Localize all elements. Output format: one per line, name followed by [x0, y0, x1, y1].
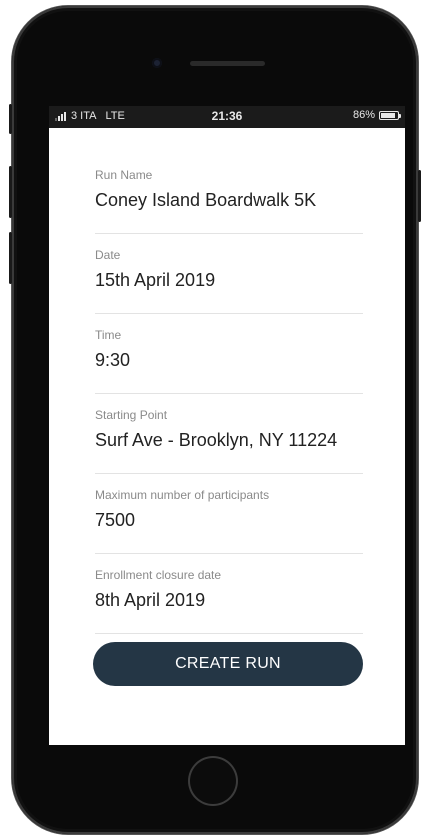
create-run-form: Run Name Coney Island Boardwalk 5K Date …	[95, 154, 363, 634]
field-label: Starting Point	[95, 408, 168, 422]
screen: 3 ITA LTE 21:36 86% Run Name Coney Islan…	[49, 106, 405, 745]
field-label: Time	[95, 328, 122, 342]
volume-up-button	[9, 166, 12, 218]
field-label: Maximum number of participants	[95, 488, 270, 502]
status-bar: 3 ITA LTE 21:36 86%	[49, 106, 405, 128]
field-label: Run Name	[95, 168, 153, 182]
run-name-field[interactable]: Run Name Coney Island Boardwalk 5K	[95, 154, 363, 234]
date-field[interactable]: Date 15th April 2019	[95, 234, 363, 314]
field-label: Enrollment closure date	[95, 568, 222, 582]
front-camera	[152, 58, 162, 68]
enrollment-closure-field[interactable]: Enrollment closure date 8th April 2019	[95, 554, 363, 634]
max-participants-input[interactable]: 7500	[95, 510, 135, 531]
power-button	[418, 170, 421, 222]
phone-frame: 3 ITA LTE 21:36 86% Run Name Coney Islan…	[9, 6, 421, 834]
run-name-input[interactable]: Coney Island Boardwalk 5K	[95, 190, 316, 211]
home-button[interactable]	[188, 756, 238, 806]
volume-down-button	[9, 232, 12, 284]
mute-switch	[9, 104, 12, 134]
battery-icon	[379, 110, 401, 120]
enrollment-closure-input[interactable]: 8th April 2019	[95, 590, 205, 611]
starting-point-field[interactable]: Starting Point Surf Ave - Brooklyn, NY 1…	[95, 394, 363, 474]
create-run-button[interactable]: CREATE RUN	[93, 642, 363, 686]
earpiece-speaker	[190, 61, 265, 66]
max-participants-field[interactable]: Maximum number of participants 7500	[95, 474, 363, 554]
time-field[interactable]: Time 9:30	[95, 314, 363, 394]
time-input[interactable]: 9:30	[95, 350, 130, 371]
battery-fill	[381, 112, 395, 118]
status-right: 86%	[352, 109, 401, 121]
field-label: Date	[95, 248, 121, 262]
status-time: 21:36	[211, 109, 243, 123]
starting-point-input[interactable]: Surf Ave - Brooklyn, NY 11224	[95, 430, 337, 451]
date-input[interactable]: 15th April 2019	[95, 270, 215, 291]
battery-percentage: 86%	[352, 109, 375, 121]
